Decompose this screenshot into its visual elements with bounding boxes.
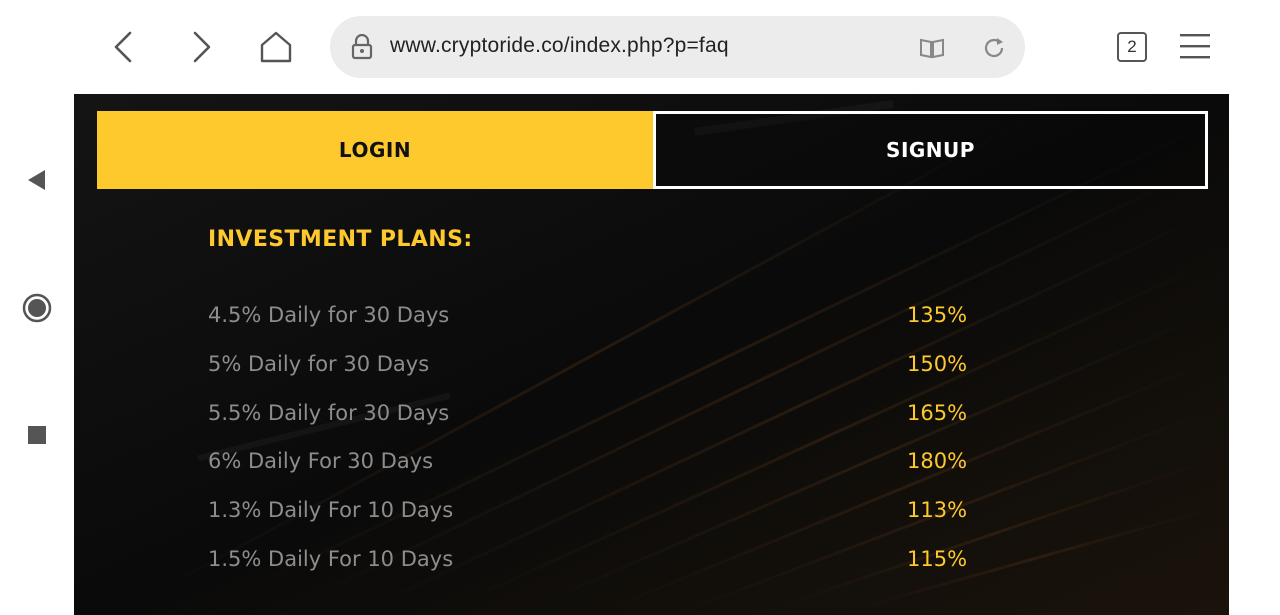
plan-return: 113% bbox=[907, 498, 968, 523]
reload-icon[interactable] bbox=[980, 34, 1008, 62]
home-circle-icon bbox=[22, 293, 52, 323]
tab-switcher-button[interactable]: 2 bbox=[1117, 32, 1147, 62]
auth-buttons: LOGIN SIGNUP bbox=[97, 111, 1208, 189]
browser-forward-button[interactable] bbox=[179, 24, 225, 70]
login-button[interactable]: LOGIN bbox=[97, 111, 653, 189]
address-bar[interactable]: www.cryptoride.co/index.php?p=faq bbox=[330, 16, 1025, 78]
browser-back-button[interactable] bbox=[100, 24, 146, 70]
plan-name: 4.5% Daily for 30 Days bbox=[208, 303, 450, 327]
hamburger-menu-icon[interactable] bbox=[1178, 30, 1212, 62]
url-text[interactable]: www.cryptoride.co/index.php?p=faq bbox=[390, 34, 729, 58]
browser-toolbar: www.cryptoride.co/index.php?p=faq 2 bbox=[74, 0, 1229, 94]
plan-return: 165% bbox=[907, 400, 968, 425]
plan-return: 115% bbox=[907, 546, 968, 571]
plan-return: 135% bbox=[907, 303, 968, 327]
investment-plans-heading: INVESTMENT PLANS: bbox=[208, 227, 473, 252]
plan-row: 5% Daily for 30 Days 150% bbox=[208, 352, 1108, 401]
page-viewport: LOGIN SIGNUP INVESTMENT PLANS: 4.5% Dail… bbox=[74, 94, 1229, 615]
home-icon bbox=[260, 31, 292, 63]
plan-return: 180% bbox=[907, 449, 968, 474]
plan-row: 1.3% Daily For 10 Days 113% bbox=[208, 498, 1108, 547]
system-recent-apps-button[interactable] bbox=[18, 416, 56, 454]
plan-name: 6% Daily For 30 Days bbox=[208, 449, 434, 474]
plan-name: 5.5% Daily for 30 Days bbox=[208, 400, 450, 425]
plan-row: 5.5% Daily for 30 Days 165% bbox=[208, 401, 1108, 450]
plan-row: 6% Daily For 30 Days 180% bbox=[208, 449, 1108, 498]
system-navigation-bar bbox=[0, 0, 74, 615]
chevron-left-icon bbox=[114, 31, 132, 63]
book-icon[interactable] bbox=[918, 34, 946, 62]
signup-button[interactable]: SIGNUP bbox=[653, 111, 1208, 189]
plan-name: 5% Daily for 30 Days bbox=[208, 351, 430, 376]
right-gutter bbox=[1229, 0, 1280, 615]
system-home-button[interactable] bbox=[18, 289, 56, 327]
plan-row: 1.5% Daily For 10 Days 115% bbox=[208, 547, 1108, 596]
recent-square-icon bbox=[28, 426, 46, 444]
system-back-button[interactable] bbox=[18, 161, 56, 199]
plan-row: 4.5% Daily for 30 Days 135% bbox=[208, 303, 1108, 352]
plan-name: 1.3% Daily For 10 Days bbox=[208, 498, 454, 523]
plan-return: 150% bbox=[907, 351, 968, 376]
investment-plans-list: 4.5% Daily for 30 Days 135% 5% Daily for… bbox=[208, 303, 1108, 596]
lock-icon[interactable] bbox=[348, 33, 376, 61]
back-triangle-icon bbox=[28, 170, 45, 190]
chevron-right-icon bbox=[193, 31, 211, 63]
browser-home-button[interactable] bbox=[253, 24, 299, 70]
plan-name: 1.5% Daily For 10 Days bbox=[208, 546, 454, 571]
